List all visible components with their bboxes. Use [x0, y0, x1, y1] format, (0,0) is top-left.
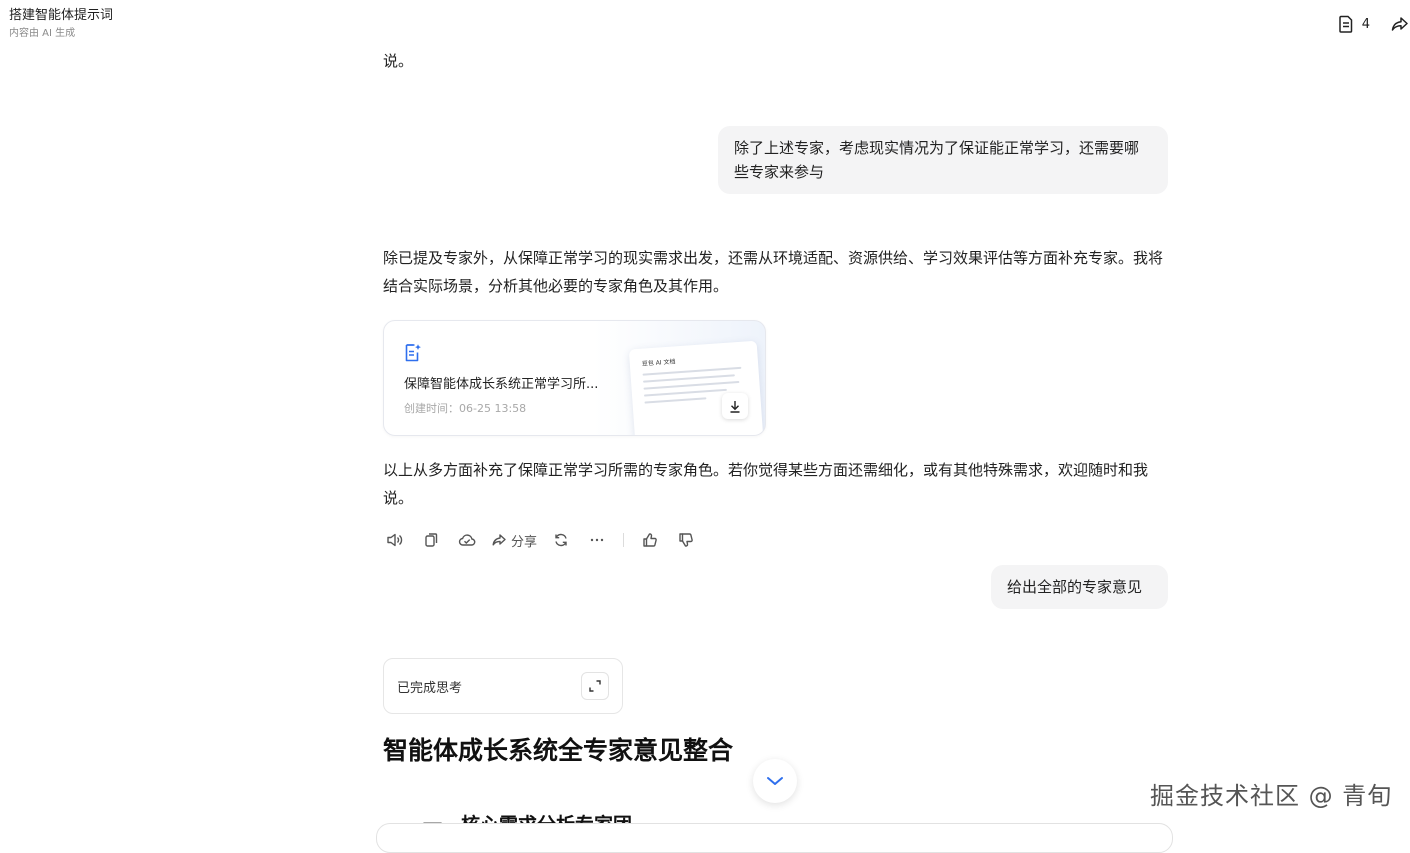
share-button[interactable]: 分享	[491, 528, 537, 552]
thinking-label: 已完成思考	[397, 680, 463, 696]
conversation-header: 搭建智能体提示词 内容由 AI 生成	[9, 7, 113, 41]
thumbs-down-icon	[679, 533, 693, 547]
like-button[interactable]	[638, 528, 662, 552]
download-icon	[730, 400, 740, 413]
document-icon	[1338, 15, 1352, 33]
generated-document-card[interactable]: 保障智能体成长系统正常学习所... 创建时间：06-25 13:58 豆包 AI…	[383, 320, 766, 436]
download-button[interactable]	[722, 393, 748, 419]
ai-generated-note: 内容由 AI 生成	[9, 28, 76, 39]
document-preview-thumbnail: 豆包 AI 文档	[628, 340, 764, 435]
chat-input-box[interactable]	[376, 823, 1173, 853]
thumbs-up-icon	[643, 533, 657, 547]
response-heading: 智能体成长系统全专家意见整合	[383, 736, 734, 765]
preview-title: 豆包 AI 文档	[641, 358, 676, 368]
document-title: 保障智能体成长系统正常学习所...	[404, 377, 599, 392]
scroll-to-bottom-button[interactable]	[753, 759, 797, 803]
document-count: 4	[1361, 16, 1370, 32]
cloud-save-icon	[458, 534, 476, 546]
more-button[interactable]	[585, 528, 609, 552]
regenerate-button[interactable]	[549, 528, 573, 552]
ai-response-intro: 除已提及专家外，从保障正常学习的现实需求出发，还需从环境适配、资源供给、学习效果…	[383, 249, 1164, 295]
user-message: 除了上述专家，考虑现实情况为了保证能正常学习，还需要哪些专家来参与	[718, 126, 1168, 194]
share-icon[interactable]	[1390, 14, 1410, 34]
ai-doc-icon	[405, 344, 421, 362]
conversation-title: 搭建智能体提示词	[9, 8, 114, 23]
read-aloud-button[interactable]	[383, 528, 407, 552]
documents-button[interactable]: 4	[1338, 15, 1370, 33]
expand-thinking-button[interactable]	[581, 672, 609, 700]
message-actions: 分享	[383, 528, 710, 552]
dislike-button[interactable]	[674, 528, 698, 552]
user-message: 给出全部的专家意见	[991, 565, 1168, 609]
ai-response-outro: 以上从多方面补充了保障正常学习所需的专家角色。若你觉得某些方面还需细化，或有其他…	[383, 461, 1149, 507]
watermark: 掘金技术社区 @ 青旬	[1150, 782, 1393, 810]
chevron-down-icon	[767, 777, 783, 785]
copy-button[interactable]	[419, 528, 443, 552]
save-to-cloud-button[interactable]	[455, 528, 479, 552]
speaker-icon	[387, 533, 403, 547]
expand-icon	[589, 680, 601, 692]
regenerate-icon	[555, 533, 567, 547]
thinking-summary[interactable]: 已完成思考	[383, 658, 623, 714]
more-icon	[590, 538, 604, 542]
share-label: 分享	[511, 534, 538, 550]
actions-divider	[623, 533, 625, 547]
share-icon	[492, 534, 506, 546]
header-actions: 4	[1338, 14, 1410, 34]
copy-icon	[425, 533, 438, 547]
document-created-time: 创建时间：06-25 13:58	[404, 402, 527, 415]
previous-message-tail: 说。	[383, 52, 414, 70]
